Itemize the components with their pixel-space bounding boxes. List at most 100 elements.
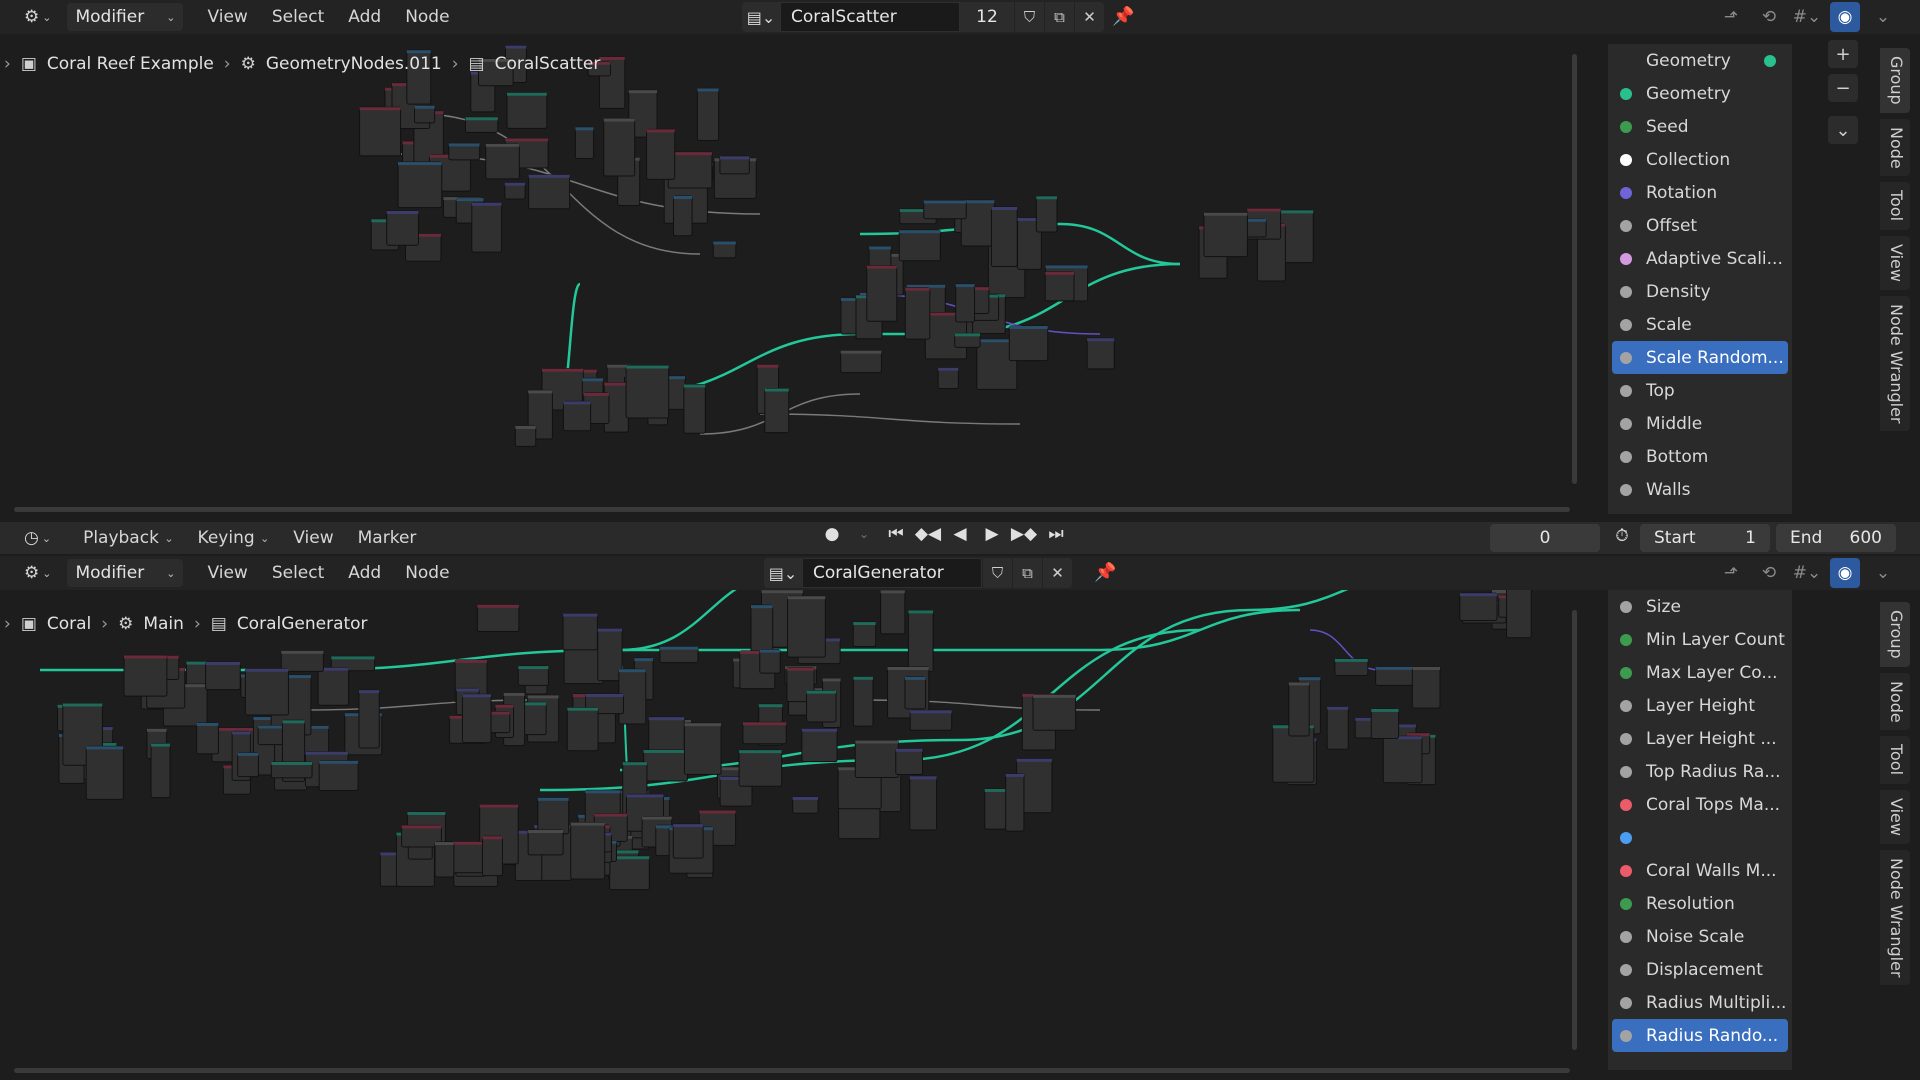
socket-item[interactable] [1608, 821, 1792, 854]
socket-item[interactable]: Noise Scale [1608, 920, 1792, 953]
nodetree-name-field[interactable]: CoralScatter [780, 2, 960, 32]
socket-item[interactable]: Seed [1608, 506, 1792, 515]
socket-item[interactable]: Geometry [1608, 44, 1792, 77]
socket-item[interactable]: Adaptive Scali... [1608, 242, 1792, 275]
fake-user-shield-icon[interactable]: ⛉ [1014, 2, 1044, 32]
tab-tool[interactable]: Tool [1880, 736, 1910, 784]
record-icon[interactable]: ● [818, 524, 846, 544]
socket-item[interactable]: Resolution [1608, 887, 1792, 920]
snap-grid-icon[interactable]: #⌄ [1792, 558, 1822, 588]
editor-type-dropdown[interactable]: ⚙ ⌄ [18, 2, 57, 32]
socket-item[interactable]: Offset [1608, 209, 1792, 242]
menu-add[interactable]: Add [336, 3, 393, 31]
menu-view[interactable]: View [195, 3, 259, 31]
socket-item[interactable]: Density [1608, 275, 1792, 308]
socket-item[interactable]: Radius Multipli... [1608, 986, 1792, 1019]
socket-item[interactable]: Min Layer Count [1608, 623, 1792, 656]
nodetree-browse-icon[interactable]: ▤⌄ [742, 2, 780, 32]
editor-type-dropdown[interactable]: ⚙ ⌄ [18, 558, 57, 588]
socket-item[interactable]: Scale Random... [1612, 341, 1788, 374]
tab-node[interactable]: Node [1880, 118, 1910, 177]
collapse-arrow-icon[interactable]: › [4, 614, 11, 634]
horizontal-scrollbar[interactable] [14, 507, 1570, 512]
start-frame-field[interactable]: Start 1 [1640, 524, 1770, 552]
prev-keyframe-icon[interactable]: ◆◀ [914, 524, 942, 544]
snap-icon[interactable]: ⟲ [1754, 2, 1784, 32]
socket-item[interactable]: Geometry [1608, 77, 1792, 110]
breadcrumb-object[interactable]: Coral [47, 614, 91, 634]
close-icon[interactable]: ✕ [1042, 558, 1072, 588]
breadcrumb-object[interactable]: Coral Reef Example [47, 54, 214, 74]
socket-item[interactable]: Layer Height ... [1608, 722, 1792, 755]
user-count[interactable]: 12 [960, 2, 1014, 32]
tab-group[interactable]: Group [1880, 602, 1910, 667]
breadcrumb-modifier[interactable]: Main [143, 614, 184, 634]
socket-item[interactable]: Layer Height [1608, 689, 1792, 722]
timeline-editor-type[interactable]: ◷ ⌄ [18, 523, 57, 553]
nodetree-name-field[interactable]: CoralGenerator [802, 558, 982, 588]
play-reverse-icon[interactable]: ◀ [946, 524, 974, 544]
menu-add[interactable]: Add [336, 559, 393, 587]
menu-select[interactable]: Select [260, 3, 336, 31]
socket-item[interactable]: Coral Walls M... [1608, 854, 1792, 887]
play-icon[interactable]: ▶ [978, 524, 1006, 544]
menu-view[interactable]: View [195, 559, 259, 587]
socket-item[interactable]: Seed [1608, 110, 1792, 143]
menu-node[interactable]: Node [393, 559, 461, 587]
breadcrumb-modifier[interactable]: GeometryNodes.011 [266, 54, 442, 74]
duplicate-icon[interactable]: ⧉ [1044, 2, 1074, 32]
socket-item[interactable]: Top [1608, 374, 1792, 407]
overlay-icon[interactable]: ◉ [1830, 2, 1860, 32]
socket-item[interactable]: Radius Rando... [1612, 1019, 1788, 1052]
overlay-dropdown-icon[interactable]: ⌄ [1868, 2, 1898, 32]
socket-item[interactable]: Scale [1608, 308, 1792, 341]
socket-item[interactable]: Collection [1608, 143, 1792, 176]
breadcrumb-group[interactable]: CoralScatter [495, 54, 601, 74]
tab-node-wrangler[interactable]: Node Wrangler [1880, 849, 1910, 986]
menu-node[interactable]: Node [393, 3, 461, 31]
socket-item[interactable]: Walls [1608, 473, 1792, 506]
record-options-icon[interactable]: ⌄ [850, 527, 878, 541]
socket-item[interactable]: Coral Tops Ma... [1608, 788, 1792, 821]
socket-item[interactable]: Displacement [1608, 953, 1792, 986]
vertical-scrollbar[interactable] [1572, 610, 1577, 1050]
menu-playback[interactable]: Playback ⌄ [71, 524, 185, 552]
menu-keying[interactable]: Keying ⌄ [186, 524, 282, 552]
parent-node-tree-icon[interactable]: ⬏ [1716, 558, 1746, 588]
tab-view[interactable]: View [1880, 235, 1910, 290]
tab-node-wrangler[interactable]: Node Wrangler [1880, 295, 1910, 432]
tab-node[interactable]: Node [1880, 672, 1910, 731]
overlay-dropdown-icon[interactable]: ⌄ [1868, 558, 1898, 588]
socket-item[interactable]: Bottom [1608, 440, 1792, 473]
end-frame-field[interactable]: End 600 [1776, 524, 1896, 552]
fake-user-shield-icon[interactable]: ⛉ [982, 558, 1012, 588]
socket-item[interactable]: Top Radius Ra... [1608, 755, 1792, 788]
pin-icon[interactable]: 📌 [1112, 6, 1134, 27]
add-socket-icon[interactable]: + [1828, 40, 1858, 68]
close-icon[interactable]: ✕ [1074, 2, 1104, 32]
menu-marker[interactable]: Marker [346, 524, 429, 552]
tab-tool[interactable]: Tool [1880, 182, 1910, 230]
tab-group[interactable]: Group [1880, 48, 1910, 113]
menu-select[interactable]: Select [260, 559, 336, 587]
jump-end-icon[interactable]: ⏭ [1042, 524, 1070, 544]
bottom-node-canvas[interactable]: › ▣ Coral › ⚙ Main › ▤ CoralGenerator [0, 590, 1600, 1080]
jump-start-icon[interactable]: ⏮ [882, 524, 910, 544]
remove-socket-icon[interactable]: − [1828, 74, 1858, 102]
mode-dropdown[interactable]: Modifier ⌄ [67, 3, 184, 31]
overlay-icon[interactable]: ◉ [1830, 558, 1860, 588]
vertical-scrollbar[interactable] [1572, 54, 1577, 484]
nodetree-browse-icon[interactable]: ▤⌄ [764, 558, 802, 588]
current-frame-field[interactable]: 0 [1490, 524, 1600, 552]
mode-dropdown[interactable]: Modifier ⌄ [67, 559, 184, 587]
snap-icon[interactable]: ⟲ [1754, 558, 1784, 588]
socket-item[interactable]: Size [1608, 590, 1792, 623]
parent-node-tree-icon[interactable]: ⬏ [1716, 2, 1746, 32]
socket-item[interactable]: Max Layer Co... [1608, 656, 1792, 689]
horizontal-scrollbar[interactable] [14, 1068, 1570, 1073]
collapse-arrow-icon[interactable]: › [4, 54, 11, 74]
menu-view[interactable]: View [281, 524, 345, 552]
snap-grid-icon[interactable]: #⌄ [1792, 2, 1822, 32]
stopwatch-icon[interactable]: ⏱ [1608, 526, 1636, 546]
next-keyframe-icon[interactable]: ▶◆ [1010, 524, 1038, 544]
